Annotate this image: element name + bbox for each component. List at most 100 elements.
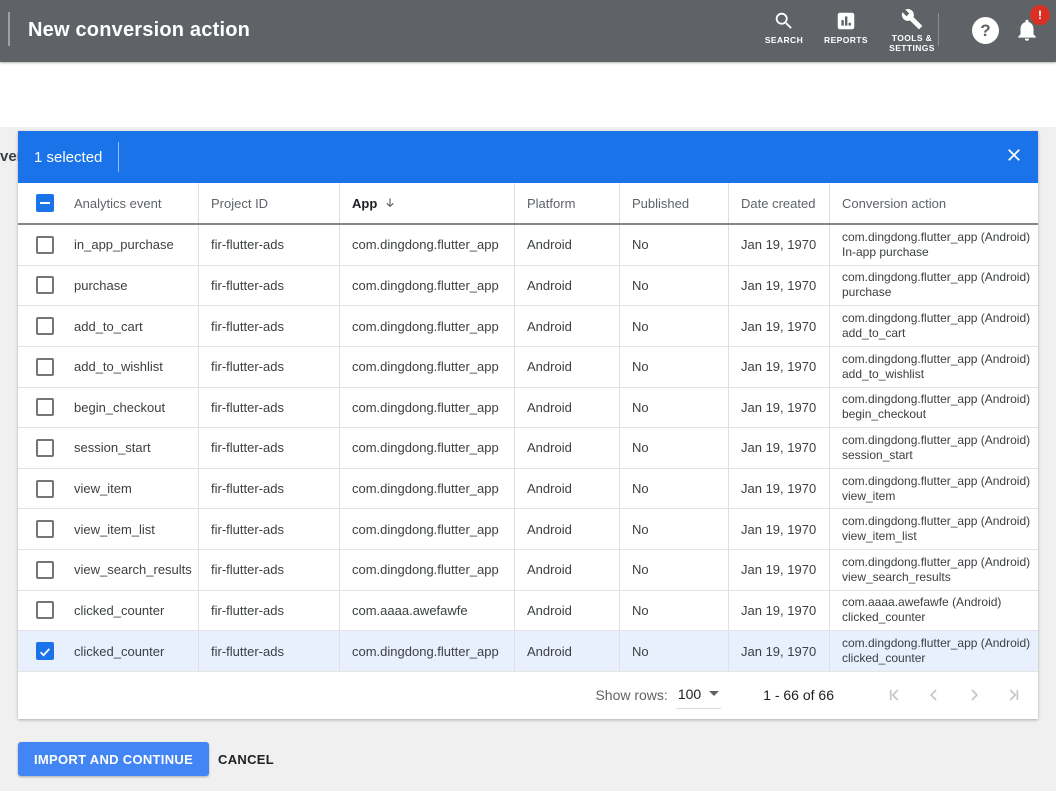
cell-platform: Android	[514, 388, 619, 428]
cell-analytics-event: in_app_purchase	[62, 225, 198, 265]
cell-published: No	[619, 347, 728, 387]
cell-published: No	[619, 469, 728, 509]
table-row[interactable]: in_app_purchase fir-flutter-ads com.ding…	[18, 225, 1038, 266]
cell-conversion-action: com.dingdong.flutter_app (Android) view_…	[829, 509, 1038, 549]
last-page-icon	[1004, 685, 1024, 705]
row-checkbox[interactable]	[36, 642, 54, 660]
cell-platform: Android	[514, 266, 619, 306]
first-page-button[interactable]	[882, 683, 906, 707]
cell-platform: Android	[514, 347, 619, 387]
column-header-analytics-event[interactable]: Analytics event	[62, 183, 198, 223]
import-and-continue-button[interactable]: IMPORT AND CONTINUE	[18, 742, 209, 776]
close-selection-button[interactable]	[1002, 145, 1026, 169]
column-header-conversion-action[interactable]: Conversion action	[829, 183, 1038, 223]
row-checkbox-cell	[18, 631, 62, 671]
column-header-date-created[interactable]: Date created	[728, 183, 829, 223]
selection-bar-divider	[118, 142, 119, 172]
cell-published: No	[619, 591, 728, 631]
nav-reports-button[interactable]: REPORTS	[814, 10, 878, 45]
table-row[interactable]: view_item fir-flutter-ads com.dingdong.f…	[18, 469, 1038, 510]
first-page-icon	[884, 685, 904, 705]
row-checkbox[interactable]	[36, 358, 54, 376]
table-row[interactable]: add_to_wishlist fir-flutter-ads com.ding…	[18, 347, 1038, 388]
cell-app: com.dingdong.flutter_app	[339, 509, 514, 549]
cell-analytics-event: add_to_wishlist	[62, 347, 198, 387]
table-row[interactable]: session_start fir-flutter-ads com.dingdo…	[18, 428, 1038, 469]
cancel-button[interactable]: CANCEL	[210, 742, 282, 776]
stepper-band: vents 2 What's next	[0, 62, 1056, 127]
help-button[interactable]: ?	[972, 17, 999, 44]
row-checkbox[interactable]	[36, 276, 54, 294]
cell-app: com.dingdong.flutter_app	[339, 225, 514, 265]
nav-search-button[interactable]: SEARCH	[752, 10, 816, 45]
row-checkbox-cell	[18, 225, 62, 265]
cell-app: com.dingdong.flutter_app	[339, 550, 514, 590]
row-checkbox[interactable]	[36, 520, 54, 538]
cell-app: com.dingdong.flutter_app	[339, 469, 514, 509]
table-row[interactable]: begin_checkout fir-flutter-ads com.dingd…	[18, 388, 1038, 429]
row-checkbox-cell	[18, 266, 62, 306]
last-page-button[interactable]	[1002, 683, 1026, 707]
cell-conversion-action: com.dingdong.flutter_app (Android) add_t…	[829, 347, 1038, 387]
cell-analytics-event: clicked_counter	[62, 591, 198, 631]
table-row[interactable]: clicked_counter fir-flutter-ads com.aaaa…	[18, 591, 1038, 632]
cell-conversion-action: com.dingdong.flutter_app (Android) click…	[829, 631, 1038, 671]
row-checkbox[interactable]	[36, 439, 54, 457]
column-header-app[interactable]: App	[339, 183, 514, 223]
bell-icon	[1014, 30, 1040, 47]
row-checkbox-cell	[18, 306, 62, 346]
cell-date-created: Jan 19, 1970	[728, 631, 829, 671]
table-row[interactable]: purchase fir-flutter-ads com.dingdong.fl…	[18, 266, 1038, 307]
table-header-row: Analytics event Project ID App Platform …	[18, 183, 1038, 225]
cell-date-created: Jan 19, 1970	[728, 591, 829, 631]
show-rows-dropdown[interactable]: 100	[676, 682, 721, 709]
cell-app: com.dingdong.flutter_app	[339, 428, 514, 468]
row-checkbox[interactable]	[36, 398, 54, 416]
cell-app: com.dingdong.flutter_app	[339, 631, 514, 671]
nav-reports-label: REPORTS	[824, 35, 868, 45]
show-rows-value: 100	[678, 686, 701, 702]
cell-date-created: Jan 19, 1970	[728, 428, 829, 468]
next-page-icon	[964, 685, 984, 705]
row-checkbox[interactable]	[36, 317, 54, 335]
column-header-published[interactable]: Published	[619, 183, 728, 223]
app-bar: New conversion action SEARCH REPORTS TOO…	[0, 0, 1056, 62]
cell-platform: Android	[514, 550, 619, 590]
cell-project-id: fir-flutter-ads	[198, 591, 339, 631]
cell-project-id: fir-flutter-ads	[198, 428, 339, 468]
table-row[interactable]: view_item_list fir-flutter-ads com.dingd…	[18, 509, 1038, 550]
table-row[interactable]: add_to_cart fir-flutter-ads com.dingdong…	[18, 306, 1038, 347]
column-header-platform[interactable]: Platform	[514, 183, 619, 223]
previous-page-button[interactable]	[922, 683, 946, 707]
cell-platform: Android	[514, 591, 619, 631]
sort-descending-icon	[383, 196, 397, 210]
row-checkbox[interactable]	[36, 561, 54, 579]
cell-published: No	[619, 631, 728, 671]
cell-analytics-event: add_to_cart	[62, 306, 198, 346]
cell-analytics-event: view_item_list	[62, 509, 198, 549]
cell-project-id: fir-flutter-ads	[198, 306, 339, 346]
selection-bar: 1 selected	[18, 131, 1038, 183]
cell-analytics-event: view_search_results	[62, 550, 198, 590]
select-all-checkbox[interactable]	[36, 194, 54, 212]
cell-published: No	[619, 509, 728, 549]
row-checkbox[interactable]	[36, 236, 54, 254]
appbar-left-divider	[8, 12, 10, 46]
page-title: New conversion action	[28, 19, 250, 42]
cell-published: No	[619, 266, 728, 306]
close-icon	[1005, 146, 1023, 169]
table-row[interactable]: clicked_counter fir-flutter-ads com.ding…	[18, 631, 1038, 672]
table-footer: Show rows: 100 1 - 66 of 66	[18, 672, 1038, 719]
cell-project-id: fir-flutter-ads	[198, 388, 339, 428]
bar-chart-icon	[835, 10, 857, 32]
row-checkbox[interactable]	[36, 601, 54, 619]
table-row[interactable]: view_search_results fir-flutter-ads com.…	[18, 550, 1038, 591]
cell-platform: Android	[514, 428, 619, 468]
cell-platform: Android	[514, 469, 619, 509]
column-header-project-id[interactable]: Project ID	[198, 183, 339, 223]
row-checkbox-cell	[18, 428, 62, 468]
next-page-button[interactable]	[962, 683, 986, 707]
cell-platform: Android	[514, 306, 619, 346]
row-checkbox[interactable]	[36, 480, 54, 498]
cell-app: com.dingdong.flutter_app	[339, 266, 514, 306]
